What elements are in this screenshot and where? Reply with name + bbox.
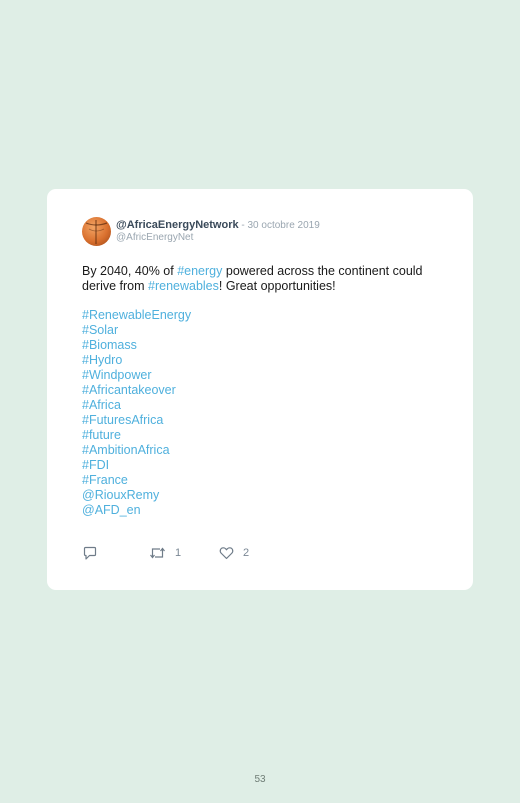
hashtag-link[interactable]: #RenewableEnergy [82, 308, 191, 323]
like-count: 2 [243, 547, 250, 559]
retweet-icon [149, 546, 166, 560]
hashtag-link-renewables[interactable]: #renewables [148, 279, 219, 293]
heart-icon [219, 546, 234, 560]
tweet-card: @AfricaEnergyNetwork - 30 octobre 2019 @… [47, 189, 473, 590]
hashtag-link[interactable]: #Africa [82, 398, 191, 413]
hashtag-link[interactable]: #Solar [82, 323, 191, 338]
reply-icon [82, 546, 98, 561]
tweet-header: @AfricaEnergyNetwork - 30 octobre 2019 [116, 219, 320, 232]
avatar[interactable] [82, 217, 111, 246]
like-button[interactable]: 2 [219, 545, 249, 561]
hashtag-link[interactable]: #AmbitionAfrica [82, 443, 191, 458]
hashtag-link[interactable]: #Africantakeover [82, 383, 191, 398]
hashtag-link[interactable]: #FuturesAfrica [82, 413, 191, 428]
display-name[interactable]: @AfricaEnergyNetwork [116, 219, 239, 231]
retweet-count: 1 [175, 547, 182, 559]
hashtag-link[interactable]: #Windpower [82, 368, 191, 383]
page-number: 53 [254, 774, 266, 785]
retweet-button[interactable]: 1 [149, 545, 181, 561]
hashtag-link[interactable]: #FDI [82, 458, 191, 473]
hashtag-link-energy[interactable]: #energy [177, 264, 222, 278]
tweet-text-part: ! Great opportunities! [218, 279, 336, 293]
hashtag-list: #RenewableEnergy #Solar #Biomass #Hydro … [82, 308, 191, 518]
hashtag-link[interactable]: #France [82, 473, 191, 488]
hashtag-link[interactable]: #Biomass [82, 338, 191, 353]
mention-link[interactable]: @RiouxRemy [82, 488, 191, 503]
mention-link[interactable]: @AFD_en [82, 503, 191, 518]
header-separator: - [238, 220, 248, 231]
hashtag-link[interactable]: #Hydro [82, 353, 191, 368]
tweet-text-part: By 2040, 40% of [82, 264, 178, 278]
hashtag-link[interactable]: #future [82, 428, 191, 443]
user-handle[interactable]: @AfricEnergyNet [116, 232, 193, 244]
tweet-date[interactable]: 30 octobre 2019 [248, 220, 320, 231]
reply-button[interactable] [82, 545, 98, 561]
tweet-text: By 2040, 40% of #energy powered across t… [82, 264, 432, 294]
